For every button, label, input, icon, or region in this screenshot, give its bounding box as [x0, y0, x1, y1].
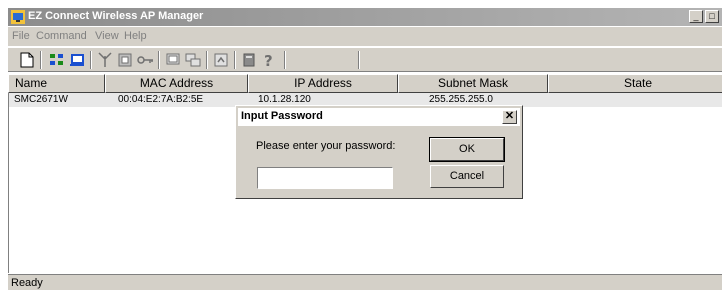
- menu-view[interactable]: View: [95, 30, 119, 42]
- key-icon[interactable]: [136, 51, 154, 69]
- column-subnet-mask[interactable]: Subnet Mask: [398, 74, 548, 93]
- new-icon[interactable]: [18, 51, 36, 69]
- menu-file[interactable]: File: [12, 30, 30, 42]
- toolbar-separator: [358, 51, 360, 69]
- password-dialog: Input Password ✕ Please enter your passw…: [235, 105, 523, 199]
- menu-bar: File Command View Help: [8, 27, 722, 46]
- toolbar: ?: [8, 47, 722, 72]
- column-ip-address[interactable]: IP Address: [248, 74, 398, 93]
- title-bar: EZ Connect Wireless AP Manager _ □: [8, 8, 722, 26]
- cell-subnet: 255.255.255.0: [429, 94, 493, 105]
- antenna-icon[interactable]: [96, 51, 114, 69]
- status-text: Ready: [11, 277, 43, 289]
- app-icon: [11, 10, 25, 24]
- settings-icon[interactable]: [116, 51, 134, 69]
- svg-text:?: ?: [264, 52, 273, 68]
- window-title: EZ Connect Wireless AP Manager: [28, 10, 204, 22]
- dialog-title-bar: Input Password ✕: [238, 108, 520, 126]
- close-icon[interactable]: ✕: [502, 110, 517, 124]
- menu-command[interactable]: Command: [36, 30, 87, 42]
- menu-help[interactable]: Help: [124, 30, 147, 42]
- password-prompt-label: Please enter your password:: [256, 140, 396, 152]
- cell-name: SMC2671W: [14, 94, 68, 105]
- dialog-title: Input Password: [241, 110, 323, 122]
- password-input[interactable]: [257, 167, 393, 189]
- connect-icon[interactable]: [68, 51, 86, 69]
- toolbar-separator: [158, 51, 160, 69]
- help-icon[interactable]: ?: [260, 51, 278, 69]
- scan-icon[interactable]: [48, 51, 66, 69]
- toolbar-separator: [206, 51, 208, 69]
- toolbar-separator: [40, 51, 42, 69]
- monitor-icon[interactable]: [164, 51, 182, 69]
- cancel-button[interactable]: Cancel: [430, 165, 504, 188]
- cell-mac: 00:04:E2:7A:B2:5E: [118, 94, 204, 105]
- cell-ip: 10.1.28.120: [258, 94, 311, 105]
- maximize-button[interactable]: □: [705, 10, 719, 23]
- toolbar-separator: [90, 51, 92, 69]
- network-icon[interactable]: [184, 51, 202, 69]
- column-mac-address[interactable]: MAC Address: [105, 74, 248, 93]
- minimize-button[interactable]: _: [689, 10, 703, 23]
- toolbar-separator: [234, 51, 236, 69]
- toolbar-separator: [284, 51, 286, 69]
- status-bar: Ready: [8, 274, 722, 290]
- column-state[interactable]: State: [548, 74, 722, 93]
- column-name[interactable]: Name: [8, 74, 105, 93]
- list-header: Name MAC Address IP Address Subnet Mask …: [8, 74, 722, 93]
- book-icon[interactable]: [240, 51, 258, 69]
- ok-button[interactable]: OK: [429, 137, 505, 162]
- upgrade-icon[interactable]: [212, 51, 230, 69]
